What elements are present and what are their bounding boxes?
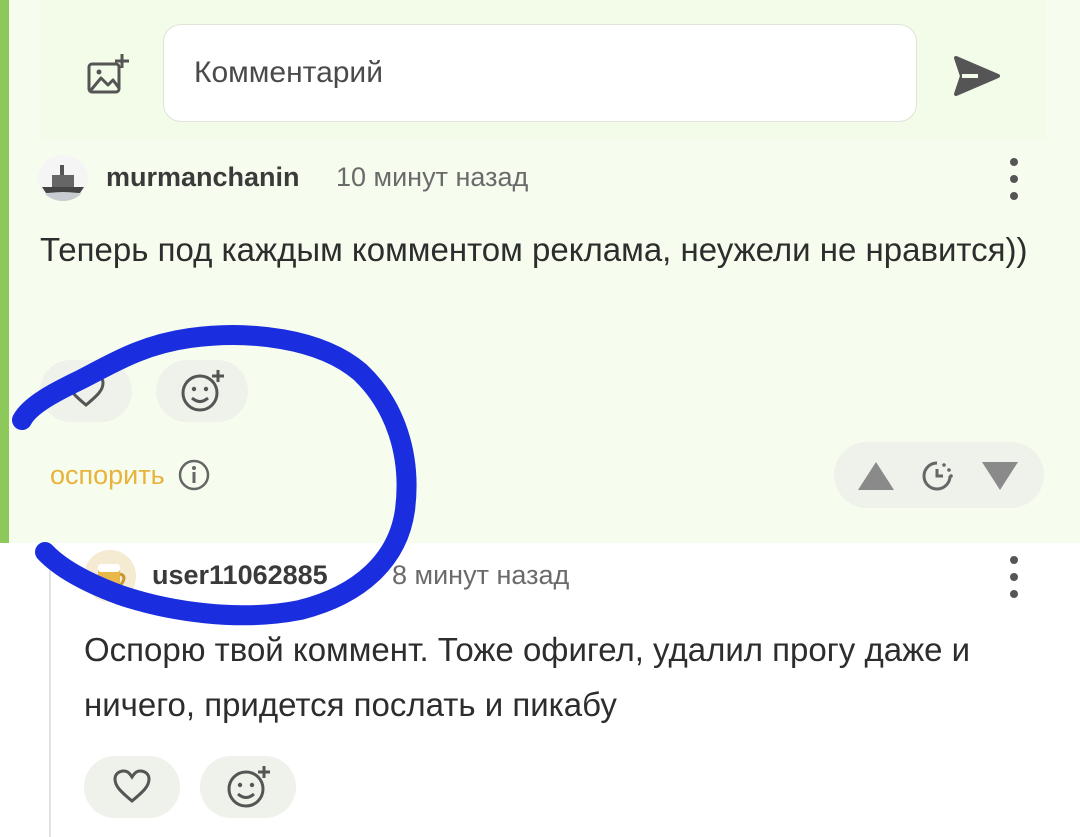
dispute-label[interactable]: оспорить (50, 460, 165, 491)
avatar[interactable] (84, 550, 136, 602)
emoji-add-icon (181, 370, 224, 412)
rating-widget (834, 442, 1044, 508)
emoji-add-icon (227, 766, 270, 808)
comment-time: 10 минут назад (336, 162, 529, 192)
highlight-accent-bar (0, 0, 9, 543)
avatar[interactable] (38, 155, 88, 201)
triangle-up-icon[interactable] (856, 460, 896, 492)
image-add-icon[interactable] (85, 52, 131, 98)
send-icon[interactable] (950, 52, 1002, 100)
timer-icon (922, 461, 953, 491)
add-reaction-button[interactable] (156, 360, 248, 422)
like-button[interactable] (40, 360, 132, 422)
comment-author[interactable]: user11062885 (152, 560, 328, 591)
comment-time: 8 минут назад (392, 560, 570, 590)
reply-thread-line (49, 548, 51, 837)
like-button[interactable] (84, 756, 180, 818)
comment-text: Теперь под каждым комментом реклама, неу… (40, 231, 1028, 268)
dispute-link[interactable]: оспорить (50, 458, 211, 492)
comment-input[interactable] (163, 24, 917, 122)
add-reaction-button[interactable] (200, 756, 296, 818)
more-vertical-icon[interactable] (1006, 156, 1022, 202)
heart-icon (113, 769, 151, 803)
heart-icon (67, 373, 105, 407)
comment-text: Оспорю твой коммент. Тоже офигел, удалил… (84, 631, 971, 723)
info-icon[interactable] (177, 458, 211, 492)
comment-author[interactable]: murmanchanin (106, 162, 300, 193)
triangle-down-icon[interactable] (980, 460, 1020, 492)
more-vertical-icon[interactable] (1006, 554, 1022, 600)
